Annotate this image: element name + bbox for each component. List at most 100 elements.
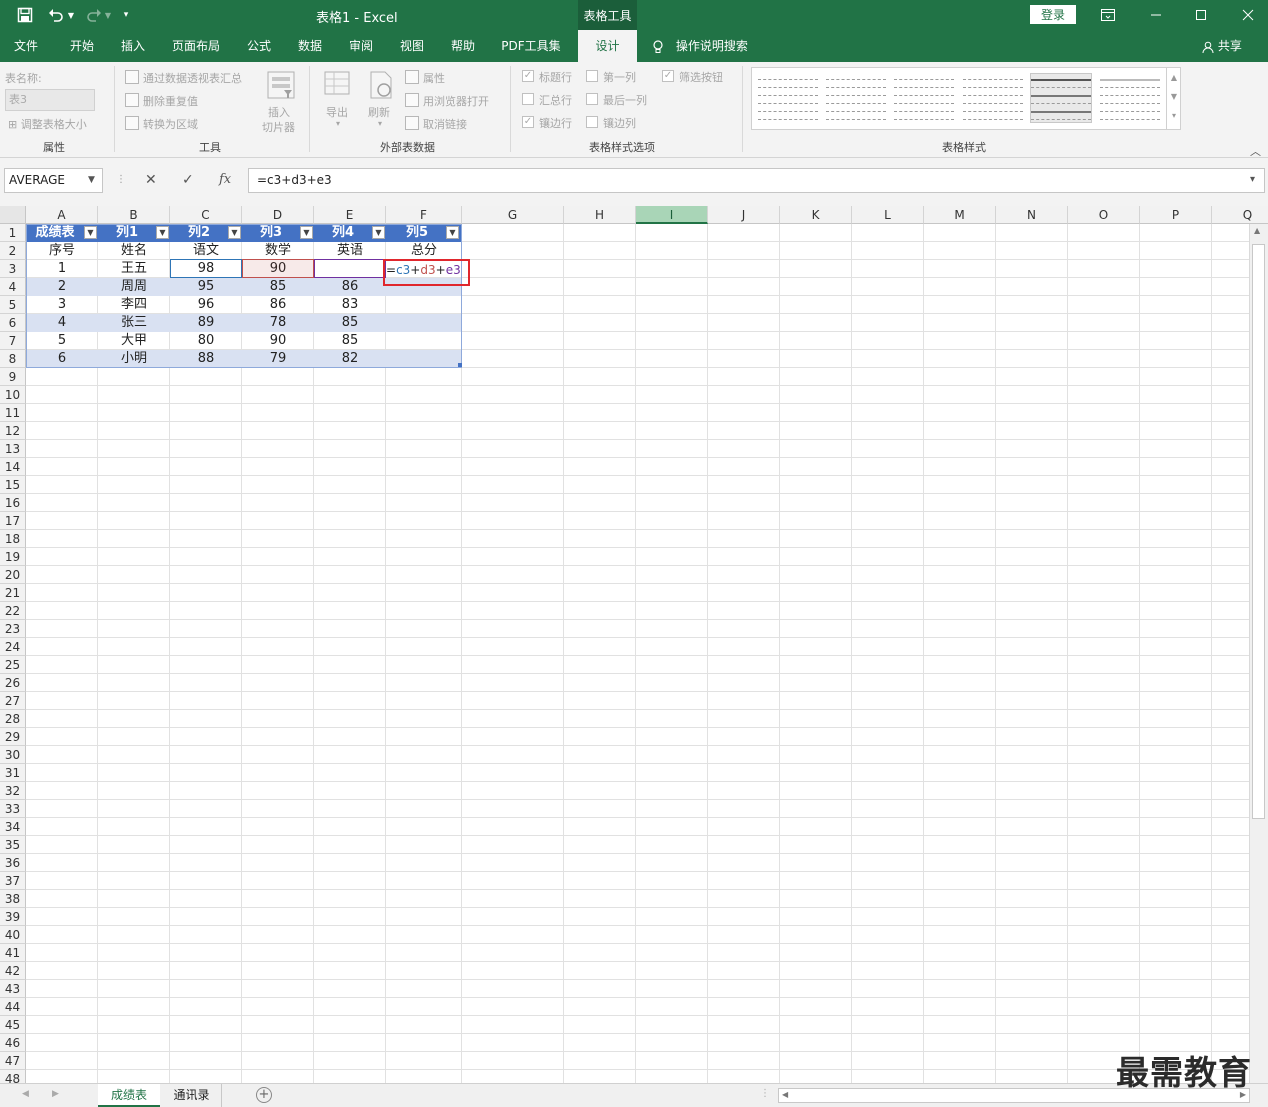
table-cell[interactable]: 85	[314, 332, 386, 350]
vertical-scrollbar[interactable]: ▲	[1249, 224, 1268, 1083]
row-header-30[interactable]: 30	[0, 746, 26, 764]
row-header-11[interactable]: 11	[0, 404, 26, 422]
sheet-tab-scores[interactable]: 成绩表	[98, 1084, 160, 1107]
convert-to-range-button[interactable]: 转换为区域	[143, 116, 198, 132]
save-icon[interactable]	[14, 5, 36, 25]
minimize-icon[interactable]	[1142, 3, 1170, 27]
vertical-scroll-thumb[interactable]	[1252, 244, 1265, 819]
table-cell[interactable]: 小明	[98, 350, 170, 368]
column-header-a[interactable]: A	[26, 206, 98, 224]
table-cell[interactable]: 周周	[98, 278, 170, 296]
table-cell[interactable]: 王五	[98, 260, 170, 278]
row-header-47[interactable]: 47	[0, 1052, 26, 1070]
row-header-25[interactable]: 25	[0, 656, 26, 674]
column-header-k[interactable]: K	[780, 206, 852, 224]
enter-icon[interactable]: ✓	[182, 172, 194, 188]
table-style-option[interactable]	[894, 74, 954, 122]
table-style-option[interactable]	[1100, 74, 1160, 122]
column-header-l[interactable]: L	[852, 206, 924, 224]
row-header-12[interactable]: 12	[0, 422, 26, 440]
login-button[interactable]: 登录	[1030, 5, 1076, 24]
table-name-input[interactable]: 表3	[5, 89, 95, 111]
scroll-tabs-left-icon[interactable]: ◀	[22, 1089, 29, 1099]
column-header-q[interactable]: Q	[1212, 206, 1268, 224]
row-header-5[interactable]: 5	[0, 296, 26, 314]
table-cell[interactable]: 83	[314, 296, 386, 314]
table-cell[interactable]: 78	[242, 314, 314, 332]
column-header-b[interactable]: B	[98, 206, 170, 224]
row-header-9[interactable]: 9	[0, 368, 26, 386]
gallery-more-icon[interactable]: ▾	[1167, 106, 1181, 125]
export-button[interactable]: 导出	[326, 104, 348, 120]
table-resize-handle[interactable]	[458, 363, 462, 367]
insert-slicer-button-line2[interactable]: 切片器	[262, 119, 295, 135]
filter-dropdown-icon[interactable]: ▼	[446, 226, 459, 239]
customize-qat-icon[interactable]: ▾	[120, 5, 132, 25]
table-cell[interactable]: 张三	[98, 314, 170, 332]
table-cell[interactable]: 2	[26, 278, 98, 296]
row-header-40[interactable]: 40	[0, 926, 26, 944]
total-row-checkbox[interactable]	[522, 93, 534, 105]
tab-view[interactable]: 视图	[389, 30, 435, 62]
table-cell[interactable]: 85	[242, 278, 314, 296]
maximize-icon[interactable]	[1187, 3, 1215, 27]
column-header-g[interactable]: G	[462, 206, 564, 224]
row-header-6[interactable]: 6	[0, 314, 26, 332]
row-header-3[interactable]: 3	[0, 260, 26, 278]
table-cell[interactable]	[386, 332, 462, 350]
table-cell[interactable]: 1	[26, 260, 98, 278]
scroll-tabs-right-icon[interactable]: ▶	[52, 1089, 59, 1099]
scroll-left-icon[interactable]: ◀	[782, 1090, 788, 1099]
table-style-option[interactable]	[758, 74, 818, 122]
worksheet-grid[interactable]: ABCDEFGHIJKLMNOPQ 1 2 3 4 5 6 7 8 9 10 11 12 13 14 15 1…	[0, 206, 1268, 1083]
close-icon[interactable]	[1234, 3, 1262, 27]
row-header-32[interactable]: 32	[0, 782, 26, 800]
tab-insert[interactable]: 插入	[110, 30, 156, 62]
insert-slicer-button-line1[interactable]: 插入	[268, 104, 290, 120]
unlink-button[interactable]: 取消链接	[423, 116, 467, 132]
tab-help[interactable]: 帮助	[440, 30, 486, 62]
table-cell[interactable]: 82	[314, 350, 386, 368]
row-header-2[interactable]: 2	[0, 242, 26, 260]
row-header-29[interactable]: 29	[0, 728, 26, 746]
table-cell[interactable]: 89	[170, 314, 242, 332]
row-header-15[interactable]: 15	[0, 476, 26, 494]
column-header-i[interactable]: I	[636, 206, 708, 224]
row-header-33[interactable]: 33	[0, 800, 26, 818]
row-header-8[interactable]: 8	[0, 350, 26, 368]
table-cell[interactable]: 数学	[242, 242, 314, 260]
table-cell[interactable]	[386, 314, 462, 332]
row-header-27[interactable]: 27	[0, 692, 26, 710]
collapse-ribbon-icon[interactable]: ︿	[1250, 143, 1261, 159]
tab-design[interactable]: 设计	[578, 30, 637, 62]
row-header-19[interactable]: 19	[0, 548, 26, 566]
insert-function-icon[interactable]: fx	[219, 172, 231, 187]
export-dropdown-icon[interactable]: ▾	[336, 119, 340, 128]
table-cell[interactable]	[386, 296, 462, 314]
table-cell[interactable]: 大甲	[98, 332, 170, 350]
ribbon-display-options-icon[interactable]	[1094, 3, 1122, 27]
row-header-34[interactable]: 34	[0, 818, 26, 836]
external-properties-button[interactable]: 属性	[423, 70, 445, 86]
table-cell[interactable]: 6	[26, 350, 98, 368]
table-style-option-selected[interactable]	[1030, 73, 1092, 123]
column-header-c[interactable]: C	[170, 206, 242, 224]
table-cell[interactable]: 96	[170, 296, 242, 314]
tab-home[interactable]: 开始	[57, 30, 107, 62]
table-cell[interactable]: 序号	[26, 242, 98, 260]
remove-duplicates-button[interactable]: 删除重复值	[143, 93, 198, 109]
row-header-37[interactable]: 37	[0, 872, 26, 890]
row-header-21[interactable]: 21	[0, 584, 26, 602]
tab-data[interactable]: 数据	[287, 30, 333, 62]
row-header-39[interactable]: 39	[0, 908, 26, 926]
table-cell[interactable]: 90	[242, 260, 314, 278]
column-header-m[interactable]: M	[924, 206, 996, 224]
filter-dropdown-icon[interactable]: ▼	[300, 226, 313, 239]
redo-icon[interactable]	[84, 5, 104, 25]
refresh-button[interactable]: 刷新	[368, 104, 390, 120]
resize-table-button[interactable]: ⊞ 调整表格大小	[8, 116, 87, 132]
filter-button-checkbox[interactable]: ✓	[662, 70, 674, 82]
undo-icon[interactable]	[45, 5, 67, 25]
tab-review[interactable]: 审阅	[338, 30, 384, 62]
column-header-o[interactable]: O	[1068, 206, 1140, 224]
